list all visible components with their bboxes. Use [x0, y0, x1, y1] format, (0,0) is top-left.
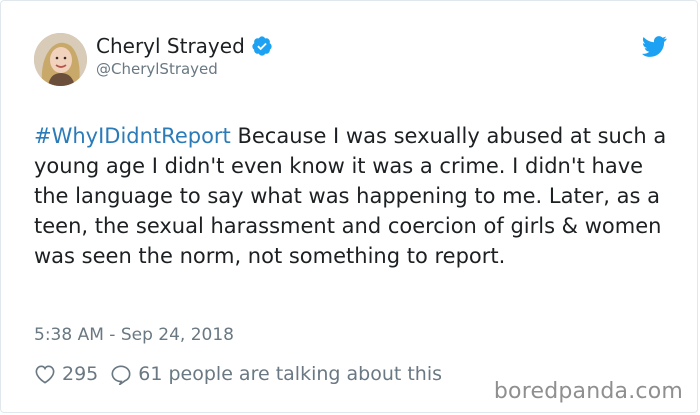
hashtag-link[interactable]: #WhyIDidntReport [34, 124, 231, 148]
avatar[interactable] [34, 33, 87, 86]
author-handle[interactable]: @CherylStrayed [96, 60, 218, 78]
like-button[interactable]: 295 [34, 363, 98, 385]
twitter-bird-icon[interactable] [641, 36, 667, 57]
like-count: 295 [62, 363, 99, 385]
reply-button[interactable]: 61 people are talking about this [110, 363, 442, 385]
heart-icon [34, 364, 56, 384]
watermark: boredpanda.com [493, 379, 683, 404]
author-name[interactable]: Cheryl Strayed [96, 34, 273, 58]
author-name-text[interactable]: Cheryl Strayed [96, 34, 245, 58]
conversation-count[interactable]: 61 people are talking about this [138, 363, 442, 385]
engagement-bar: 295 61 people are talking about this [34, 361, 442, 387]
speech-bubble-icon [110, 364, 132, 385]
verified-badge-icon [251, 35, 273, 57]
tweet-timestamp[interactable]: 5:38 AM - Sep 24, 2018 [34, 324, 234, 346]
tweet-card: Cheryl Strayed @CherylStrayed #WhyIDidnt… [0, 0, 698, 413]
tweet-text: #WhyIDidntReport Because I was sexually … [34, 121, 674, 271]
